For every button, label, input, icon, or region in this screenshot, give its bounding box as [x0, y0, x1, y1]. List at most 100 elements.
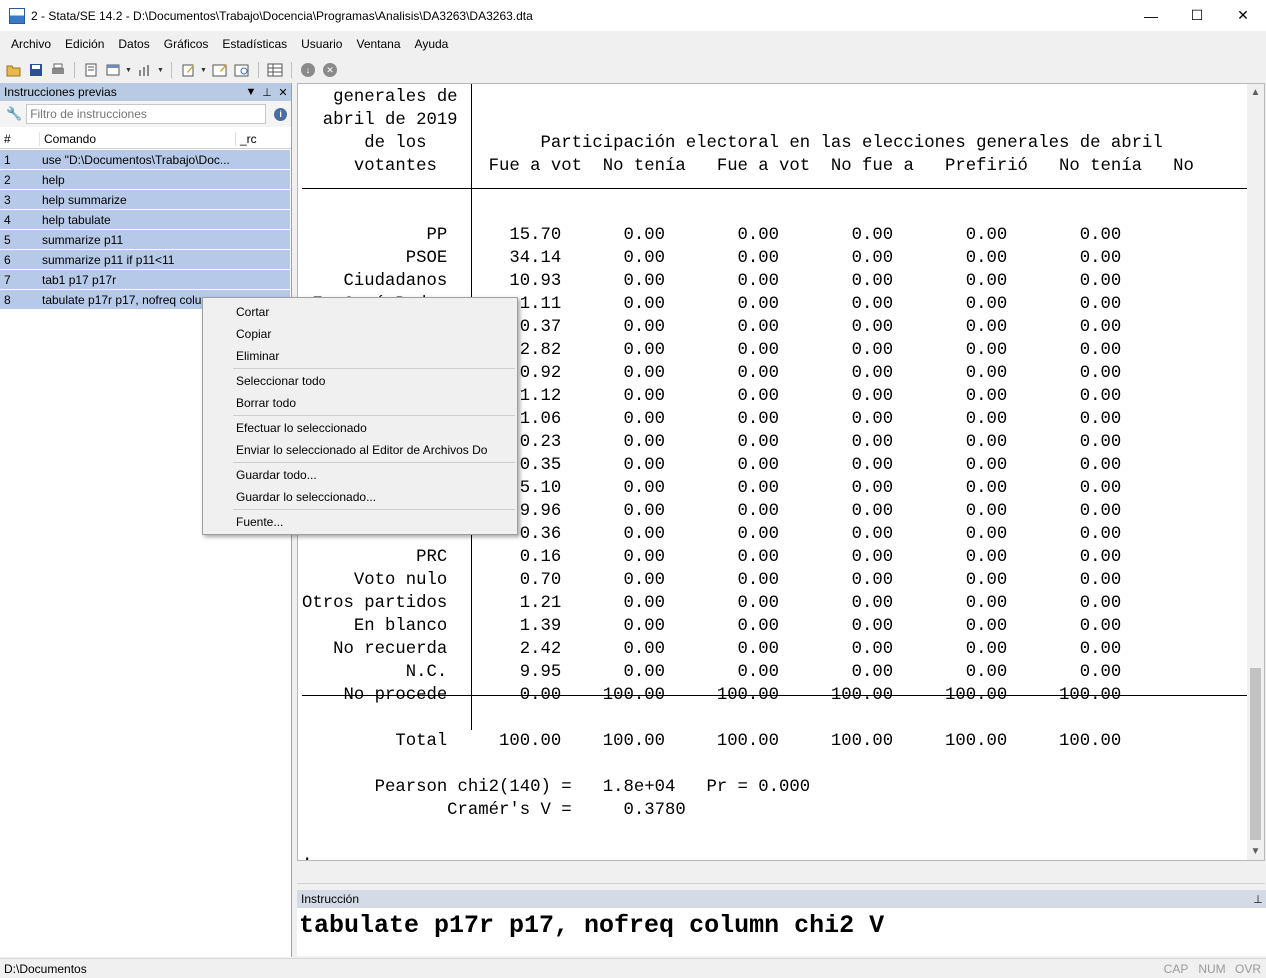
ovr-indicator: OVR: [1234, 961, 1261, 976]
history-filter-row: 🔧 i: [0, 101, 291, 127]
command-input[interactable]: tabulate p17r p17, nofreq column chi2 V: [297, 908, 1266, 940]
minimize-button[interactable]: —: [1128, 0, 1174, 31]
window-title: 2 - Stata/SE 14.2 - D:\Documentos\Trabaj…: [31, 8, 533, 23]
toolbar-separator: [171, 62, 172, 78]
command-panel-header: Instrucción ⊥: [297, 890, 1266, 908]
results-status-strip: [297, 862, 1265, 884]
viewer-dropdown-icon[interactable]: ▼: [125, 67, 133, 74]
menu-estadisticas[interactable]: Estadísticas: [215, 37, 294, 51]
history-row-number: 8: [4, 292, 11, 307]
menu-item-fuente[interactable]: Fuente...: [203, 511, 517, 533]
history-row-command: help summarize: [42, 192, 127, 207]
title-bar: 2 - Stata/SE 14.2 - D:\Documentos\Trabaj…: [0, 0, 1266, 31]
open-icon[interactable]: [4, 61, 24, 79]
menu-item-guardar-todo[interactable]: Guardar todo...: [203, 464, 517, 486]
column-comando[interactable]: Comando: [40, 131, 236, 146]
data-editor-icon[interactable]: [210, 61, 230, 79]
filter-icon[interactable]: ▼: [243, 86, 259, 98]
history-row-number: 1: [4, 152, 11, 167]
menu-item-cortar[interactable]: Cortar: [203, 301, 517, 323]
scroll-down-icon[interactable]: ▼: [1247, 843, 1264, 860]
table-header-rule: [302, 188, 1248, 189]
history-row-number: 4: [4, 212, 11, 227]
history-panel-title: Instrucciones previas: [4, 85, 117, 99]
history-filter-input[interactable]: [26, 104, 267, 124]
data-browser-icon[interactable]: [232, 61, 252, 79]
history-row[interactable]: 2 help: [0, 170, 290, 189]
history-row[interactable]: 7 tab1 p17 p17r: [0, 270, 290, 289]
menu-item-eliminar[interactable]: Eliminar: [203, 345, 517, 367]
history-row-number: 2: [4, 172, 11, 187]
history-row-command: summarize p11: [42, 232, 124, 247]
menu-ayuda[interactable]: Ayuda: [408, 37, 456, 51]
graph-icon[interactable]: [135, 61, 155, 79]
column-number[interactable]: #: [0, 131, 40, 146]
toolbar-separator: [291, 62, 292, 78]
history-row[interactable]: 4 help tabulate: [0, 210, 290, 229]
scroll-thumb[interactable]: [1250, 668, 1261, 840]
menu-ventana[interactable]: Ventana: [349, 37, 407, 51]
history-row-number: 6: [4, 252, 11, 267]
menu-item-efectuar[interactable]: Efectuar lo seleccionado: [203, 417, 517, 439]
history-row-number: 7: [4, 272, 11, 287]
history-row[interactable]: 1 use "D:\Documentos\Trabajo\Doc...: [0, 150, 290, 169]
cap-indicator: CAP: [1163, 961, 1189, 976]
more-icon[interactable]: ↓: [298, 61, 318, 79]
close-button[interactable]: ✕: [1220, 0, 1266, 31]
toolbar-separator: [74, 62, 75, 78]
column-rc[interactable]: _rc: [236, 132, 286, 146]
info-icon[interactable]: i: [274, 107, 288, 121]
working-directory: D:\Documentos: [4, 961, 87, 976]
history-row-command: tab1 p17 p17r: [42, 272, 117, 287]
history-row[interactable]: 3 help summarize: [0, 190, 290, 209]
history-rows: 1 use "D:\Documentos\Trabajo\Doc... 2 help…: [0, 149, 291, 309]
menu-separator: [233, 415, 515, 416]
pin-icon[interactable]: ⊥: [1250, 893, 1266, 906]
viewer-icon[interactable]: [103, 61, 123, 79]
variables-manager-icon[interactable]: [265, 61, 285, 79]
close-panel-icon[interactable]: ✕: [275, 86, 291, 99]
status-bar: D:\Documentos CAP NUM OVR: [0, 958, 1266, 978]
menu-edicion[interactable]: Edición: [58, 37, 111, 51]
num-indicator: NUM: [1198, 961, 1226, 976]
history-row-command: use "D:\Documentos\Trabajo\Doc...: [42, 152, 230, 167]
menu-usuario[interactable]: Usuario: [294, 37, 349, 51]
save-icon[interactable]: [26, 61, 46, 79]
history-row[interactable]: 5 summarize p11: [0, 230, 290, 249]
menu-archivo[interactable]: Archivo: [4, 37, 58, 51]
menu-separator: [233, 509, 515, 510]
maximize-button[interactable]: ☐: [1174, 0, 1220, 31]
command-panel: Instrucción ⊥ tabulate p17r p17, nofreq …: [297, 890, 1266, 956]
break-icon[interactable]: ✕: [320, 61, 340, 79]
do-editor-icon[interactable]: [178, 61, 198, 79]
history-row-number: 3: [4, 192, 11, 207]
menu-item-copiar[interactable]: Copiar: [203, 323, 517, 345]
graph-dropdown-icon[interactable]: ▼: [157, 67, 165, 74]
wrench-icon[interactable]: 🔧: [6, 106, 22, 122]
menu-item-guardar-seleccionado[interactable]: Guardar lo seleccionado...: [203, 486, 517, 508]
toolbar-separator: [258, 62, 259, 78]
context-menu: Cortar Copiar Eliminar Seleccionar todo …: [202, 297, 518, 535]
stata-app-icon: [9, 7, 25, 24]
print-icon[interactable]: [48, 61, 68, 79]
history-row[interactable]: 6 summarize p11 if p11<11: [0, 250, 290, 269]
menu-item-seleccionar-todo[interactable]: Seleccionar todo: [203, 370, 517, 392]
menu-separator: [233, 368, 515, 369]
do-editor-dropdown-icon[interactable]: ▼: [200, 67, 208, 74]
pin-icon[interactable]: ⊥: [259, 86, 275, 99]
log-icon[interactable]: [81, 61, 101, 79]
menu-datos[interactable]: Datos: [111, 37, 156, 51]
results-scrollbar[interactable]: ▲ ▼: [1247, 84, 1264, 860]
menu-bar: Archivo Edición Datos Gráficos Estadísti…: [0, 33, 1266, 55]
table-total-rule: [302, 695, 1248, 696]
menu-item-enviar-editor[interactable]: Enviar lo seleccionado al Editor de Arch…: [203, 439, 517, 461]
menu-separator: [233, 462, 515, 463]
menu-item-borrar-todo[interactable]: Borrar todo: [203, 392, 517, 414]
history-row-command: summarize p11 if p11<11: [42, 252, 175, 267]
menu-graficos[interactable]: Gráficos: [157, 37, 216, 51]
scroll-up-icon[interactable]: ▲: [1247, 84, 1264, 101]
toolbar: ▼ ▼ ▼ ↓ ✕: [0, 58, 1266, 82]
history-row-command: help: [42, 172, 65, 187]
history-row-number: 5: [4, 232, 11, 247]
command-panel-title: Instrucción: [301, 892, 360, 906]
